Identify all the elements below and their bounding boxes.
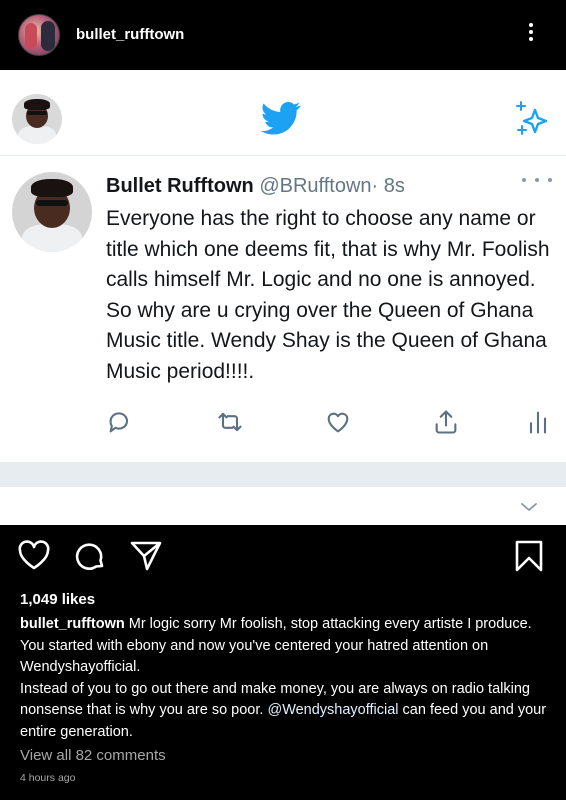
tweet-actions xyxy=(106,408,556,438)
retweet-icon[interactable] xyxy=(216,408,244,436)
tweet-text: Everyone has the right to choose any nam… xyxy=(106,207,550,383)
avatar[interactable] xyxy=(18,14,60,56)
tweet-time: · 8s xyxy=(371,175,405,197)
bookmark-icon[interactable] xyxy=(512,539,546,573)
tweet-author-handle[interactable]: @BRufftown xyxy=(259,175,371,197)
comment-icon[interactable] xyxy=(73,539,107,573)
caption-mention[interactable]: @Wendyshayofficial xyxy=(267,702,398,718)
post-image: Bullet Rufftown @BRufftown· 8s Everyone … xyxy=(0,70,566,525)
reply-icon[interactable] xyxy=(106,408,134,436)
analytics-icon[interactable] xyxy=(524,408,552,436)
likes-count[interactable]: 1,049 likes xyxy=(20,591,95,608)
like-icon[interactable] xyxy=(324,408,352,436)
post-caption: bullet_rufftown Mr logic sorry Mr foolis… xyxy=(20,614,550,744)
tweet-header: Bullet Rufftown @BRufftown· 8s xyxy=(106,175,405,198)
next-tweet xyxy=(0,486,566,525)
post-header: bullet_rufftown xyxy=(0,0,566,70)
tweet-profile-avatar[interactable] xyxy=(12,94,62,144)
tweet-author-avatar[interactable] xyxy=(12,172,92,252)
send-icon[interactable] xyxy=(129,539,163,573)
view-comments-link[interactable]: View all 82 comments xyxy=(20,747,166,764)
avatar-figure xyxy=(25,23,37,49)
post-timestamp: 4 hours ago xyxy=(20,772,76,784)
chevron-down-icon[interactable] xyxy=(520,501,538,513)
post-actions xyxy=(0,525,566,587)
post-username[interactable]: bullet_rufftown xyxy=(76,26,184,43)
tweet-top-bar xyxy=(0,70,566,156)
tweet: Bullet Rufftown @BRufftown· 8s Everyone … xyxy=(0,156,566,462)
twitter-bird-icon xyxy=(260,102,301,135)
sparkle-icon[interactable] xyxy=(513,100,551,138)
tweet-author-name[interactable]: Bullet Rufftown xyxy=(106,175,254,197)
share-icon[interactable] xyxy=(432,408,460,436)
caption-username[interactable]: bullet_rufftown xyxy=(20,616,125,632)
tweet-divider xyxy=(0,462,566,486)
more-options-icon[interactable] xyxy=(521,20,541,50)
heart-icon[interactable] xyxy=(17,539,51,573)
tweet-more-icon[interactable] xyxy=(522,178,552,182)
avatar-figure xyxy=(41,21,55,51)
